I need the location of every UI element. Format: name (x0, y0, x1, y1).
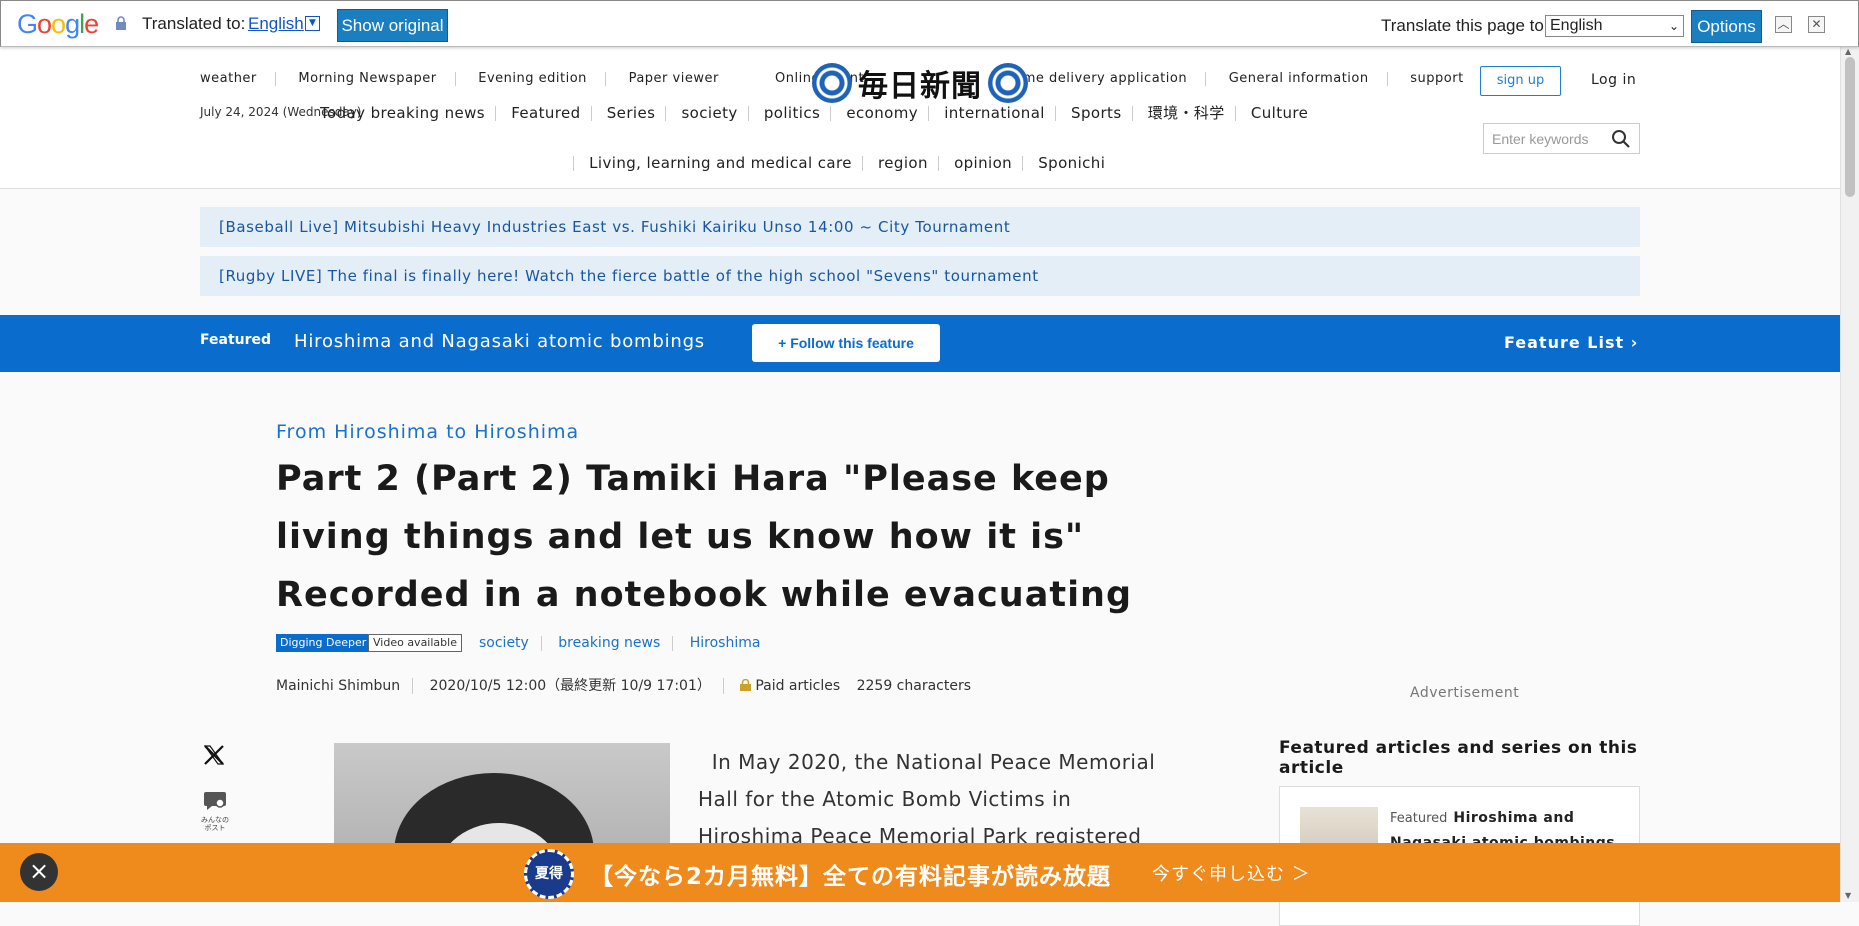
tag-breaking-news[interactable]: breaking news (558, 635, 660, 651)
feature-bar: Featured Hiroshima and Nagasaki atomic b… (0, 315, 1840, 372)
nav-evening-edition[interactable]: Evening edition (478, 71, 587, 86)
plus-icon: + (778, 335, 791, 351)
scrollbar-thumb[interactable] (1845, 57, 1855, 197)
translate-page-label: Translate this page to (1381, 16, 1544, 35)
top-nav: weather Morning Newspaper Evening editio… (200, 71, 719, 86)
nav-weather[interactable]: weather (200, 71, 257, 86)
logo-emblem-icon (812, 63, 852, 103)
logo-text: 毎日新聞 (858, 69, 982, 104)
apply-now-link[interactable]: 今すぐ申し込む ＞ (1152, 860, 1311, 886)
article-tags: society breaking news Hiroshima (479, 635, 760, 651)
article-kicker[interactable]: From Hiroshima to Hiroshima (276, 421, 579, 443)
page-scrollbar[interactable]: ▲ ▼ (1840, 47, 1859, 902)
category-nav: Today breaking news Featured Series soci… (320, 102, 1308, 123)
close-promo-button[interactable]: × (20, 853, 58, 891)
promo-text[interactable]: 【今なら2カ月無料】全ての有料記事が読み放題 (590, 857, 1111, 891)
nav-support[interactable]: support (1410, 71, 1463, 86)
scroll-down-icon[interactable]: ▼ (1845, 891, 1851, 900)
cat-society[interactable]: society (681, 104, 737, 122)
post-icon-label: みんなのポスト (201, 816, 229, 832)
article-meta: Mainichi Shimbun 2020/10/5 12:00（最終更新 10… (276, 675, 971, 695)
cat-living[interactable]: Living, learning and medical care (589, 154, 852, 172)
tag-society[interactable]: society (479, 635, 529, 651)
login-link[interactable]: Log in (1591, 72, 1636, 88)
cat-international[interactable]: international (944, 104, 1045, 122)
category-nav-row2: Living, learning and medical care region… (573, 154, 1105, 172)
article-body-text: In May 2020, the National Peace Memorial… (698, 750, 1156, 848)
page-language-value: English (1550, 17, 1603, 34)
lock-icon (740, 679, 752, 691)
collapse-icon[interactable]: ︿ (1775, 16, 1792, 33)
cat-culture[interactable]: Culture (1251, 104, 1308, 122)
paid-article-label: Paid articles (755, 678, 841, 694)
feature-title[interactable]: Hiroshima and Nagasaki atomic bombings (294, 331, 705, 352)
cat-sports[interactable]: Sports (1071, 104, 1121, 122)
language-dropdown-icon[interactable]: ▼ (305, 16, 320, 31)
nav-paper-viewer[interactable]: Paper viewer (629, 71, 719, 86)
signup-button[interactable]: sign up (1480, 66, 1561, 96)
search-input[interactable]: Enter keywords (1492, 131, 1588, 147)
nav-morning-newspaper[interactable]: Morning Newspaper (298, 71, 436, 86)
nav-general-information[interactable]: General information (1229, 71, 1369, 86)
follow-feature-button[interactable]: + Follow this feature (752, 324, 940, 362)
cat-sponichi[interactable]: Sponichi (1038, 154, 1105, 172)
search-icon[interactable] (1611, 129, 1631, 149)
subscription-promo-bar: × 夏得 【今なら2カ月無料】全ての有料記事が読み放題 今すぐ申し込む ＞ (0, 843, 1840, 902)
promo-badge: 夏得 (524, 849, 574, 899)
search-box[interactable]: Enter keywords (1483, 123, 1640, 154)
video-available-badge: Video available (368, 634, 462, 652)
google-logo[interactable]: Google (17, 9, 99, 40)
article-datetime: 2020/10/5 12:00（最終更新 10/9 17:01） (429, 678, 711, 694)
article-title: Part 2 (Part 2) Tamiki Hara "Please keep… (276, 459, 1133, 615)
cat-environment-science[interactable]: 環境・科学 (1148, 104, 1225, 122)
feature-list-label: Feature List (1504, 333, 1625, 352)
show-original-button[interactable]: Show original (337, 9, 448, 42)
top-nav-right: Home delivery application General inform… (1004, 71, 1464, 86)
live-banner-baseball[interactable]: [Baseball Live] Mitsubishi Heavy Industr… (200, 207, 1640, 247)
cat-economy[interactable]: economy (846, 104, 918, 122)
cat-politics[interactable]: politics (764, 104, 820, 122)
live-banner-rugby[interactable]: [Rugby LIVE] The final is finally here! … (200, 256, 1640, 296)
card-kicker: Featured (1390, 811, 1448, 826)
lock-icon (116, 16, 126, 30)
advertisement-label: Advertisement (1410, 685, 1520, 701)
chevron-right-icon: › (1630, 333, 1639, 352)
digging-deeper-badge: Digging Deeper (276, 634, 371, 652)
cat-opinion[interactable]: opinion (954, 154, 1012, 172)
feature-label: Featured (200, 332, 272, 348)
translate-bar: Google Translated to: English ▼ Show ori… (0, 0, 1859, 47)
logo-emblem-icon (988, 63, 1028, 103)
cat-series[interactable]: Series (607, 104, 656, 122)
article-length: 2259 characters (856, 678, 972, 694)
translated-to-label: Translated to: (142, 14, 246, 33)
chevron-down-icon: ⌄ (1668, 19, 1679, 33)
translated-language-link[interactable]: English (248, 14, 304, 34)
nav-home-delivery[interactable]: Home delivery application (1004, 71, 1187, 86)
scroll-up-icon[interactable]: ▲ (1845, 47, 1851, 56)
site-header: weather Morning Newspaper Evening editio… (0, 47, 1840, 189)
x-share-icon[interactable] (203, 744, 225, 766)
cat-breaking-news[interactable]: breaking news (371, 104, 485, 122)
follow-label: Follow this feature (790, 335, 914, 351)
feature-list-link[interactable]: Feature List › (1504, 333, 1638, 352)
mainichi-logo[interactable]: 毎日新聞 (812, 63, 1028, 104)
minna-no-post-icon[interactable]: みんなのポスト (200, 790, 230, 832)
cat-region[interactable]: region (878, 154, 928, 172)
page-language-select[interactable]: English ⌄ (1545, 15, 1684, 37)
tag-hiroshima[interactable]: Hiroshima (690, 635, 761, 651)
cat-featured[interactable]: Featured (511, 104, 580, 122)
article-body: In May 2020, the National Peace Memorial… (698, 744, 1158, 855)
options-button[interactable]: Options (1691, 10, 1762, 43)
close-icon[interactable]: ✕ (1808, 16, 1825, 33)
cat-today[interactable]: Today (320, 104, 365, 122)
sidebar-heading: Featured articles and series on this art… (1279, 738, 1638, 778)
article-source: Mainichi Shimbun (276, 678, 401, 694)
